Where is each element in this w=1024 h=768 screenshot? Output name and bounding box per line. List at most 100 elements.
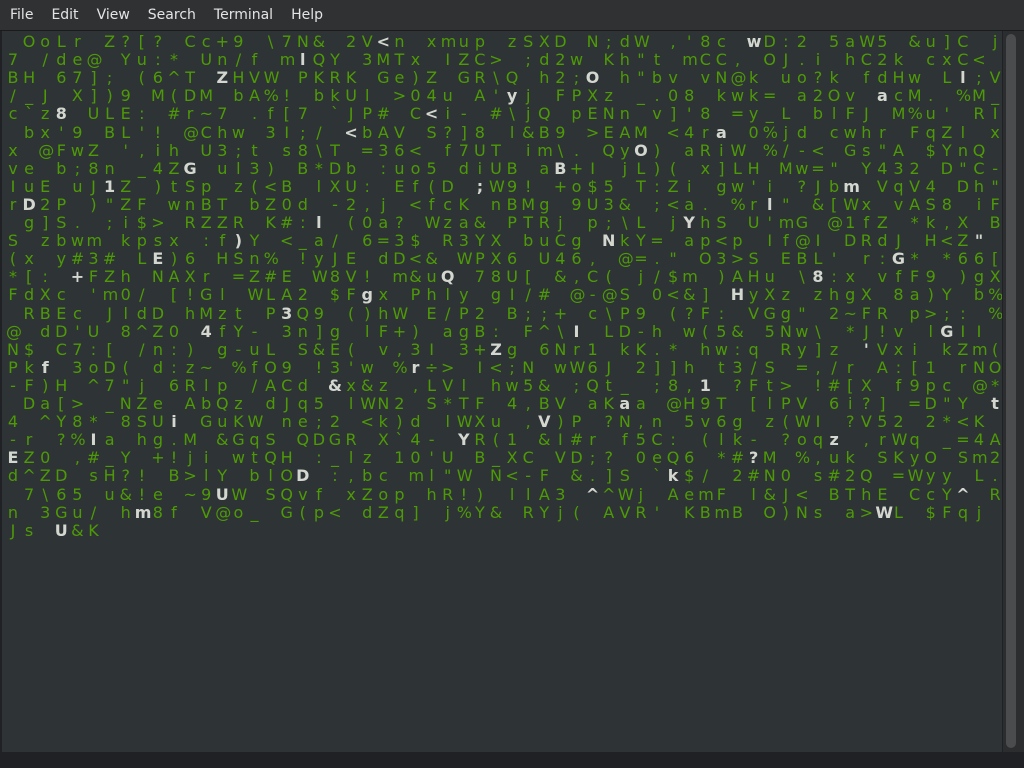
terminal-output[interactable]: Oo Lr Z?[? Cc +9 \ 7 N & 2 V < n x m u p z S X D N; d W, ' 8 c w D:2… <box>2 31 1002 752</box>
rain-char: z <box>362 448 372 468</box>
rain-char: 1 <box>699 375 711 395</box>
rain-char: l <box>316 213 322 232</box>
rain-char: V <box>538 412 551 432</box>
rain-char: 2 <box>555 50 566 70</box>
rain-char: U <box>200 50 213 70</box>
rain-char: 7 <box>281 32 292 51</box>
rain-char: 9 <box>909 375 920 395</box>
rain-char: _ <box>636 86 645 106</box>
rain-char: , <box>670 32 676 51</box>
rain-char: S <box>619 466 630 486</box>
rain-char: 4 <box>973 430 985 450</box>
rain-char: > <box>585 122 600 142</box>
menu-terminal[interactable]: Terminal <box>205 0 282 30</box>
rain-char: U <box>538 249 551 269</box>
rain-char: ) <box>782 502 789 522</box>
rain-char: [ <box>991 249 999 269</box>
rain-char: J <box>606 357 612 377</box>
rain-char: P <box>458 303 469 323</box>
rain-char: k <box>893 50 904 70</box>
rain-char: _ <box>765 104 774 124</box>
rain-char: d <box>796 122 807 142</box>
rain-char: f <box>863 68 870 88</box>
rain-char: P <box>362 104 373 124</box>
rain-char: 3 <box>40 502 51 522</box>
rain-char: k <box>942 339 952 359</box>
rain-char: 9 <box>281 357 292 377</box>
rain-char: y <box>314 249 324 269</box>
rain-char: u <box>136 50 147 70</box>
rain-char: e <box>72 50 83 70</box>
rain-char: t <box>605 375 612 395</box>
rain-char: & <box>489 502 503 522</box>
rain-char: Z <box>152 321 164 341</box>
rain-char: @ <box>569 285 586 305</box>
rain-char: g <box>217 339 228 359</box>
rain-char: G <box>328 430 342 450</box>
rain-char: < <box>666 194 680 214</box>
rain-char: r <box>202 267 210 287</box>
rain-char: ' <box>686 32 692 51</box>
rain-char: T <box>330 140 340 160</box>
rain-char: V <box>748 303 760 323</box>
rain-char: a <box>587 394 598 413</box>
rain-char: W <box>392 303 409 323</box>
rain-char: Z <box>88 140 99 160</box>
rain-char: < <box>714 231 729 251</box>
rain-char: > <box>489 50 503 70</box>
rain-char: O <box>988 357 1002 377</box>
scrollbar-thumb[interactable] <box>1006 34 1016 748</box>
rain-char: D <box>296 466 310 486</box>
rain-char: ) <box>412 321 419 341</box>
rain-char: S <box>265 430 276 450</box>
rain-char: g <box>490 285 502 305</box>
menu-view[interactable]: View <box>88 0 139 30</box>
rain-char: = <box>795 357 809 377</box>
rain-char: b <box>973 285 985 305</box>
rain-char: K <box>683 502 695 522</box>
rain-char: f <box>171 502 177 522</box>
rain-char: X <box>329 176 341 196</box>
rain-char: 2 <box>346 32 357 51</box>
menu-edit[interactable]: Edit <box>42 0 87 30</box>
rain-char: ] <box>315 321 323 341</box>
rain-char: J <box>863 104 869 124</box>
rain-char: < <box>489 357 503 377</box>
rain-char: C <box>957 32 969 51</box>
rain-char: / <box>42 50 48 70</box>
rain-char: / <box>702 466 708 486</box>
rain-char: h <box>684 357 695 377</box>
rain-char: _ <box>942 430 951 450</box>
rain-char: Z <box>458 50 470 70</box>
rain-char: ` <box>395 430 404 450</box>
rain-char: q <box>812 430 824 450</box>
rain-char: P <box>507 213 517 232</box>
rain-char: s <box>862 140 871 160</box>
rain-char: " <box>637 68 645 88</box>
rain-char: k <box>748 86 759 106</box>
rain-char: W <box>569 357 586 377</box>
rain-char: ~ <box>199 104 213 124</box>
rain-char: * <box>669 339 678 359</box>
menu-file[interactable]: File <box>0 0 42 30</box>
rain-char: 9 <box>700 394 711 413</box>
rain-char: % <box>730 194 746 214</box>
rain-char: I <box>445 50 451 70</box>
rain-char: e <box>297 412 308 432</box>
rain-char: Z <box>23 448 35 468</box>
rain-char: f <box>895 375 902 395</box>
rain-char: W <box>875 502 894 522</box>
rain-char: R <box>184 213 196 232</box>
rain-char: & <box>811 194 825 214</box>
menu-help[interactable]: Help <box>282 0 332 30</box>
menu-search[interactable]: Search <box>139 0 205 30</box>
rain-char: ? <box>604 412 613 432</box>
rain-char: J <box>284 394 290 413</box>
rain-char: c <box>72 303 82 323</box>
rain-char: ! <box>879 321 886 341</box>
rain-char: Q <box>602 140 615 160</box>
rain-char: ' <box>863 339 869 359</box>
rain-char: ( <box>782 412 789 432</box>
rain-char: % <box>988 285 1002 305</box>
rain-char: ^ <box>956 484 970 504</box>
